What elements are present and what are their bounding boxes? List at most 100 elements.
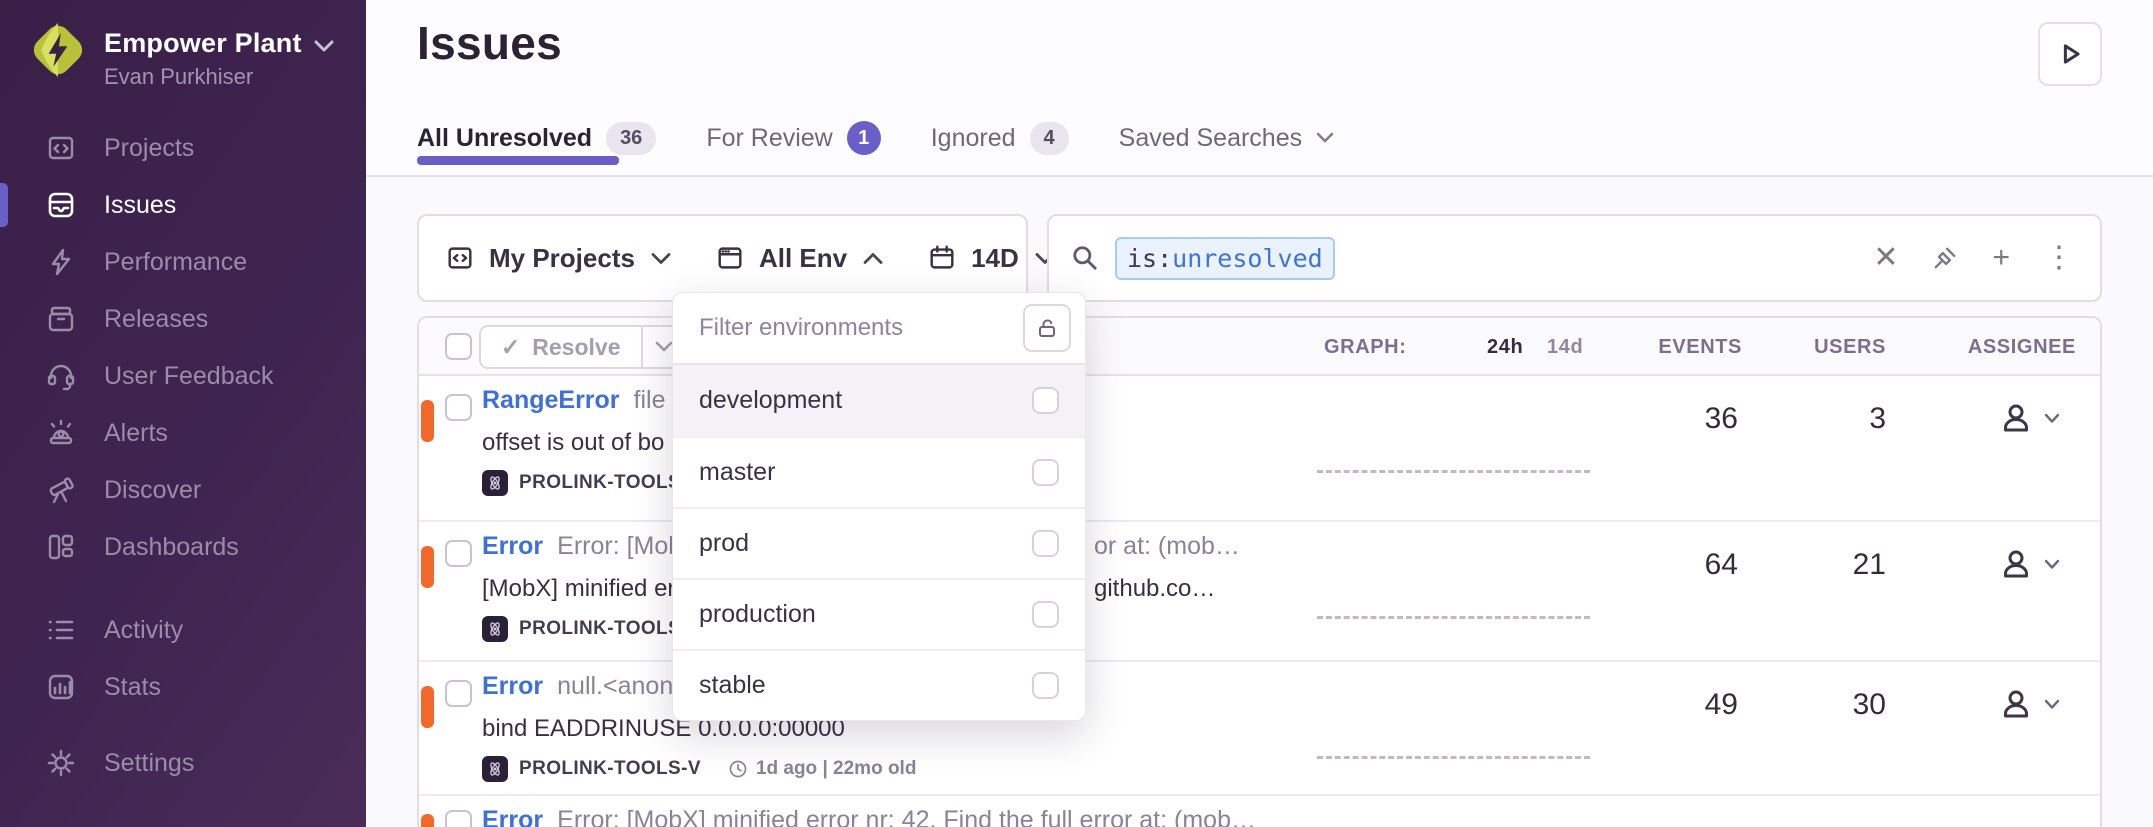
overflow-menu-icon[interactable]: ⋮ <box>2044 243 2074 273</box>
env-option-production[interactable]: production <box>673 578 1085 649</box>
environment-filter-dropdown[interactable]: All Env <box>693 243 905 274</box>
pin-search-icon[interactable] <box>1932 245 1958 271</box>
env-option-checkbox[interactable] <box>1032 387 1059 414</box>
project-filter-dropdown[interactable]: My Projects <box>445 243 693 274</box>
env-option-checkbox[interactable] <box>1032 530 1059 557</box>
sidebar-item-label: Projects <box>104 134 194 163</box>
issue-title-link[interactable]: Error <box>482 672 543 700</box>
sidebar-item-issues[interactable]: Issues <box>0 177 366 233</box>
project-name[interactable]: PROLINK-TOOLS-V <box>519 758 701 780</box>
issue-title-link[interactable]: RangeError <box>482 386 620 414</box>
project-icon <box>482 470 508 496</box>
sidebar-item-label: Performance <box>104 248 247 277</box>
env-option-checkbox[interactable] <box>1032 601 1059 628</box>
issue-checkbox[interactable] <box>445 540 472 567</box>
page-title: Issues <box>417 16 562 70</box>
env-option-development[interactable]: development <box>673 365 1085 436</box>
error-level-bar <box>421 686 434 728</box>
user-feedback-icon <box>44 359 78 393</box>
assignee-dropdown[interactable] <box>1998 400 2060 436</box>
sidebar-item-alerts[interactable]: Alerts <box>0 405 366 461</box>
chevron-down-icon <box>2044 699 2060 710</box>
sidebar-item-label: Stats <box>104 673 161 702</box>
sidebar-item-settings[interactable]: Settings <box>0 735 366 791</box>
sidebar-item-user-feedback[interactable]: User Feedback <box>0 348 366 404</box>
issue-events-count: 64 <box>1588 548 1738 582</box>
sidebar-item-dashboards[interactable]: Dashboards <box>0 519 366 575</box>
env-option-stable[interactable]: stable <box>673 649 1085 720</box>
resolve-button[interactable]: ✓ Resolve <box>481 327 641 367</box>
error-level-bar <box>421 546 434 588</box>
sidebar-item-label: Dashboards <box>104 533 239 562</box>
issue-events-count: 49 <box>1588 688 1738 722</box>
issue-checkbox[interactable] <box>445 810 472 827</box>
issue-checkbox[interactable] <box>445 680 472 707</box>
sidebar-item-activity[interactable]: Activity <box>0 602 366 658</box>
sidebar-item-label: Settings <box>104 749 194 778</box>
column-graph: GRAPH: <box>1324 318 1407 376</box>
releases-icon <box>44 302 78 336</box>
chevron-down-icon <box>2044 413 2060 424</box>
issue-row[interactable]: ErrorError: [MobX] minified error nr: 42… <box>419 794 2100 827</box>
resolve-split-button: ✓ Resolve <box>479 325 687 369</box>
environment-filter-label: All Env <box>759 243 847 274</box>
sidebar-item-label: Discover <box>104 476 201 505</box>
tab-ignored[interactable]: Ignored 4 <box>931 122 1069 155</box>
clear-search-icon[interactable]: ✕ <box>1873 243 1898 273</box>
replay-tour-button[interactable] <box>2038 22 2102 86</box>
env-option-master[interactable]: master <box>673 436 1085 507</box>
sidebar-item-performance[interactable]: Performance <box>0 234 366 290</box>
pin-environment-button[interactable] <box>1023 304 1071 352</box>
search-token-is-unresolved[interactable]: is:unresolved <box>1115 237 1335 280</box>
tab-for-review[interactable]: For Review 1 <box>706 121 880 155</box>
graph-range-24h[interactable]: 24h <box>1487 318 1523 376</box>
stats-icon <box>44 670 78 704</box>
search-token-key: is: <box>1127 244 1172 273</box>
resolve-label: Resolve <box>532 334 620 361</box>
sidebar-item-releases[interactable]: Releases <box>0 291 366 347</box>
env-option-prod[interactable]: prod <box>673 507 1085 578</box>
issue-culprit: [MobX] minified er <box>482 575 675 603</box>
assignee-dropdown[interactable] <box>1998 546 2060 582</box>
org-name: Empower Plant <box>104 28 302 59</box>
org-logo-icon[interactable] <box>28 20 88 80</box>
user-icon <box>1998 546 2034 582</box>
issue-culprit: offset is out of bo <box>482 429 664 457</box>
sidebar-item-stats[interactable]: Stats <box>0 659 366 715</box>
issue-users-count: 21 <box>1766 548 1886 582</box>
projects-icon <box>445 243 475 273</box>
issue-age-text: 1d ago | 22mo old <box>756 758 917 780</box>
issue-title-link[interactable]: Error <box>482 806 543 827</box>
environment-dropdown-header: Filter environments <box>673 293 1085 365</box>
issue-age: 1d ago | 22mo old <box>728 758 917 780</box>
assignee-dropdown[interactable] <box>1998 686 2060 722</box>
tab-label: For Review <box>706 124 832 153</box>
issue-title-link[interactable]: Error <box>482 532 543 560</box>
env-option-checkbox[interactable] <box>1032 459 1059 486</box>
tab-all-unresolved[interactable]: All Unresolved 36 <box>417 122 656 155</box>
env-option-checkbox[interactable] <box>1032 672 1059 699</box>
issue-checkbox[interactable] <box>445 394 472 421</box>
issue-heading: RangeErrorfile <box>482 386 666 415</box>
environment-dropdown-panel: Filter environments development master p… <box>672 292 1086 721</box>
tab-label: All Unresolved <box>417 124 592 153</box>
tab-saved-searches[interactable]: Saved Searches <box>1119 124 1334 153</box>
sidebar-item-discover[interactable]: Discover <box>0 462 366 518</box>
alerts-icon <box>44 416 78 450</box>
env-option-label: development <box>699 386 1032 415</box>
sidebar-item-projects[interactable]: Projects <box>0 120 366 176</box>
graph-range-14d[interactable]: 14d <box>1547 318 1583 376</box>
environment-filter-input[interactable]: Filter environments <box>699 314 1023 342</box>
env-option-label: stable <box>699 671 1032 700</box>
chevron-down-icon <box>1316 132 1334 144</box>
search-icon <box>1071 244 1099 272</box>
sidebar-item-label: Issues <box>104 191 176 220</box>
issues-icon <box>44 188 78 222</box>
org-switcher[interactable]: Empower Plant <box>104 28 334 59</box>
issue-search-bar[interactable]: is:unresolved ✕ + ⋮ <box>1047 214 2102 302</box>
chevron-down-icon <box>655 341 673 353</box>
select-all-checkbox[interactable] <box>445 333 472 360</box>
add-search-icon[interactable]: + <box>1992 243 2010 273</box>
dashboards-icon <box>44 530 78 564</box>
tab-count-badge: 1 <box>847 121 881 155</box>
